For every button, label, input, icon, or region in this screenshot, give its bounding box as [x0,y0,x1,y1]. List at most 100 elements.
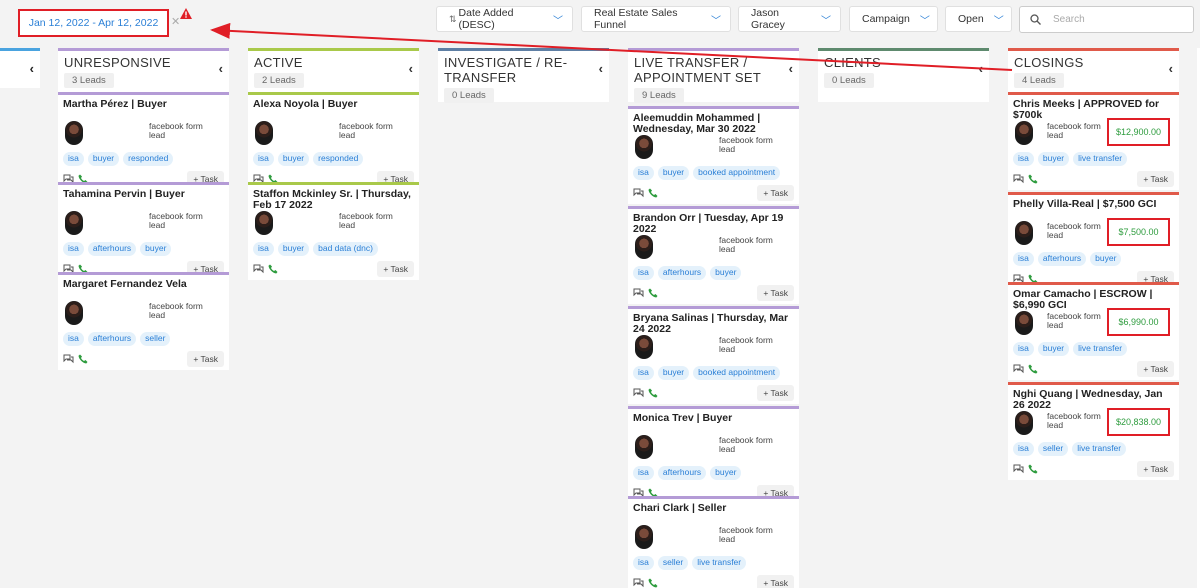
tag[interactable]: buyer [1037,152,1070,166]
chat-icon[interactable] [1013,174,1024,184]
lead-name[interactable]: Tahamina Pervin | Buyer [63,189,224,211]
tag[interactable]: isa [633,556,654,570]
tag[interactable]: isa [1013,152,1034,166]
chevron-left-icon[interactable]: ‹ [409,61,413,76]
phone-icon[interactable] [268,264,278,274]
add-task-button[interactable]: + Task [757,185,794,201]
tag[interactable]: isa [633,466,654,480]
chevron-left-icon[interactable]: ‹ [979,61,983,76]
lead-card[interactable]: Martha Pérez | Buyer facebook form lead … [58,92,229,190]
tag[interactable]: isa [253,152,274,166]
tag[interactable]: isa [253,242,274,256]
chevron-left-icon[interactable]: ‹ [789,61,793,76]
tag[interactable]: booked appointment [693,166,781,180]
tag[interactable]: seller [140,332,171,346]
tag[interactable]: booked appointment [693,366,781,380]
lead-card[interactable]: Monica Trev | Buyer facebook form lead i… [628,406,799,504]
tag[interactable]: isa [1013,252,1034,266]
phone-icon[interactable] [648,388,658,398]
lead-card[interactable]: Aleemuddin Mohammed | Wednesday, Mar 30 … [628,106,799,204]
tag[interactable]: isa [1013,442,1034,456]
tag[interactable]: isa [1013,342,1034,356]
phone-icon[interactable] [1028,364,1038,374]
chevron-left-icon[interactable]: ‹ [599,61,603,76]
agent-dropdown[interactable]: Jason Gracey ﹀ [738,6,841,32]
add-task-button[interactable]: + Task [1137,171,1174,187]
lead-card[interactable]: Brandon Orr | Tuesday, Apr 19 2022 faceb… [628,206,799,304]
phone-icon[interactable] [1028,464,1038,474]
lead-name[interactable]: Monica Trev | Buyer [633,413,794,435]
tag[interactable]: isa [63,242,84,256]
tag[interactable]: isa [63,332,84,346]
tag[interactable]: live transfer [692,556,747,570]
chat-icon[interactable] [1013,364,1024,374]
sort-dropdown[interactable]: ⇅ Date Added (DESC) ﹀ [436,6,573,32]
add-task-button[interactable]: + Task [1137,361,1174,377]
tag[interactable]: afterhours [657,466,707,480]
lead-card[interactable]: Chari Clark | Seller facebook form lead … [628,496,799,588]
chat-icon[interactable] [253,264,264,274]
lead-card[interactable]: Alexa Noyola | Buyer facebook form lead … [248,92,419,190]
lead-card[interactable]: Tahamina Pervin | Buyer facebook form le… [58,182,229,280]
lead-name[interactable]: Bryana Salinas | Thursday, Mar 24 2022 [633,313,794,335]
tag[interactable]: buyer [710,266,742,280]
lead-card[interactable]: Staffon Mckinley Sr. | Thursday, Feb 17 … [248,182,419,280]
add-task-button[interactable]: + Task [187,351,224,367]
tag[interactable]: seller [1037,442,1069,456]
chat-icon[interactable] [633,288,644,298]
chevron-left-icon[interactable]: ‹ [1169,61,1173,76]
tag[interactable]: buyer [1037,342,1070,356]
funnel-dropdown[interactable]: Real Estate Sales Funnel ﹀ [581,6,731,32]
chat-icon[interactable] [633,188,644,198]
date-range-filter[interactable]: Jan 12, 2022 - Apr 12, 2022 [18,9,169,37]
tag[interactable]: afterhours [87,332,137,346]
lead-name[interactable]: Alexa Noyola | Buyer [253,99,414,121]
tag[interactable]: afterhours [657,266,707,280]
tag[interactable]: buyer [87,152,120,166]
tag[interactable]: responded [313,152,364,166]
tag[interactable]: isa [633,366,654,380]
add-task-button[interactable]: + Task [377,261,414,277]
search-input[interactable]: Search [1019,6,1194,33]
lead-name[interactable]: Margaret Fernandez Vela [63,279,224,301]
add-task-button[interactable]: + Task [1137,461,1174,477]
phone-icon[interactable] [78,354,88,364]
tag[interactable]: afterhours [87,242,137,256]
chat-icon[interactable] [63,354,74,364]
tag[interactable]: buyer [277,152,310,166]
lead-card[interactable]: Phelly Villa-Real | $7,500 GCI facebook … [1008,192,1179,290]
phone-icon[interactable] [648,578,658,588]
tag[interactable]: buyer [657,366,690,380]
clear-date-icon[interactable]: ✕ [171,15,180,28]
tag[interactable]: buyer [277,242,310,256]
lead-name[interactable]: Aleemuddin Mohammed | Wednesday, Mar 30 … [633,113,794,135]
tag[interactable]: live transfer [1073,152,1128,166]
lead-name[interactable]: Chari Clark | Seller [633,503,794,525]
tag[interactable]: afterhours [1037,252,1087,266]
lead-name[interactable]: Staffon Mckinley Sr. | Thursday, Feb 17 … [253,189,414,211]
tag[interactable]: isa [633,166,654,180]
chat-icon[interactable] [1013,464,1024,474]
add-task-button[interactable]: + Task [757,575,794,588]
lead-card[interactable]: Omar Camacho | ESCROW | $6,990 GCI faceb… [1008,282,1179,380]
chevron-left-icon[interactable]: ‹ [219,61,223,76]
lead-name[interactable]: Martha Pérez | Buyer [63,99,224,121]
campaign-dropdown[interactable]: Campaign ﹀ [849,6,938,32]
chevron-left-icon[interactable]: ‹ [30,61,34,76]
add-task-button[interactable]: + Task [757,385,794,401]
tag[interactable]: responded [123,152,174,166]
phone-icon[interactable] [648,188,658,198]
lead-card[interactable]: Nghi Quang | Wednesday, Jan 26 2022 face… [1008,382,1179,480]
tag[interactable]: isa [633,266,654,280]
add-task-button[interactable]: + Task [757,285,794,301]
chat-icon[interactable] [633,578,644,588]
lead-card[interactable]: Bryana Salinas | Thursday, Mar 24 2022 f… [628,306,799,404]
tag[interactable]: seller [657,556,689,570]
tag[interactable]: live transfer [1073,342,1128,356]
tag[interactable]: buyer [1090,252,1122,266]
tag[interactable]: bad data (dnc) [313,242,378,256]
tag[interactable]: buyer [710,466,742,480]
tag[interactable]: buyer [657,166,690,180]
chat-icon[interactable] [633,388,644,398]
status-dropdown[interactable]: Open ﹀ [945,6,1012,32]
